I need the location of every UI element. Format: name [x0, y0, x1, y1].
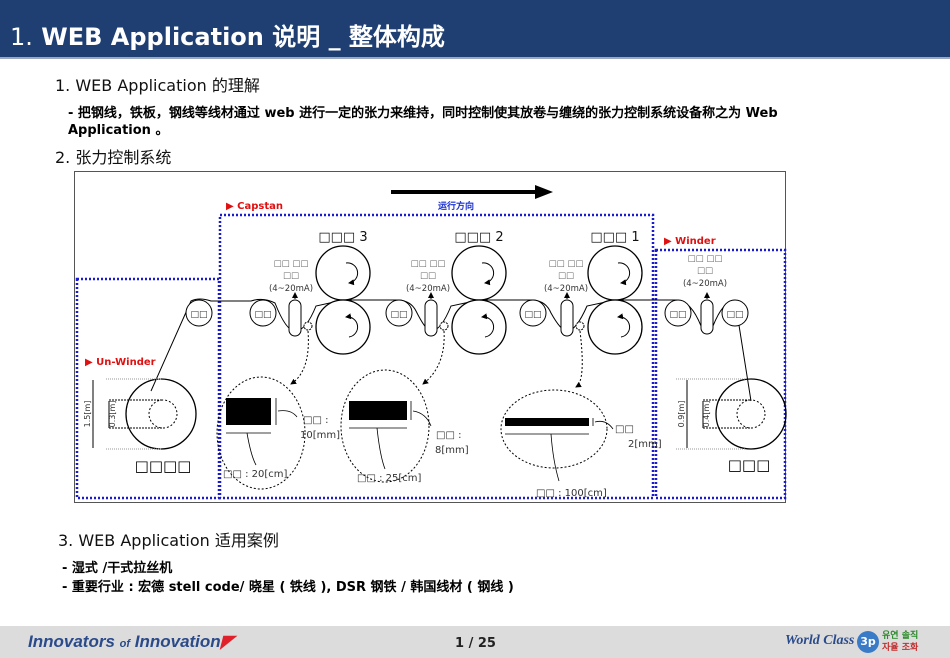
diagram-svg: 运行方向 ▶ Capstan ▶ Un-Winder ▶ Winder □□□ …: [75, 185, 787, 500]
sensor-label: □□ □□: [688, 254, 723, 264]
zone-boxes: [75, 213, 787, 500]
wire1-thickness-label: □□ :: [303, 415, 328, 426]
section3-bullet2: - 重要行业 : 宏德 stell code/ 晓星 ( 铁线 ), DSR 钢…: [62, 580, 514, 595]
wire3-thickness-label: □□: [615, 424, 634, 435]
values-line: 유연 솔직: [882, 631, 919, 641]
sensor-label: □□: [283, 271, 299, 281]
3p-badge: 3p: [857, 631, 879, 653]
section1-bullet-line1: - 把钢线，铁板，钢线等线材通过 web 进行一定的张力来维持，同时控制使其放卷…: [68, 106, 778, 121]
direction-label: 运行方向: [438, 200, 474, 212]
guide-label: □□: [524, 310, 541, 320]
unwinder-name: □□□□: [135, 457, 192, 475]
logo-text: of: [119, 638, 131, 650]
unwinder-inner-diameter: 0.3[m]: [108, 401, 117, 428]
cross-section-callouts: [216, 330, 608, 490]
wire2-width: □□ : 25[cm]: [357, 473, 421, 484]
unwinder-outer-diameter: 1.5[m]: [83, 401, 92, 428]
capstan3-lower-roller: [315, 299, 371, 355]
logo-text: Innovators: [28, 632, 120, 651]
unwinder-label: ▶ Un-Winder: [85, 357, 156, 368]
sensor-range: (4~20mA): [544, 284, 588, 294]
capstan-label: ▶ Capstan: [226, 201, 283, 212]
sensor-range: (4~20mA): [269, 284, 313, 294]
title-number: 1.: [10, 23, 33, 51]
wire1-width: □□ : 20[cm]: [223, 469, 287, 480]
wire-sections: [226, 398, 589, 426]
values-line: 자율 조화: [882, 643, 919, 653]
innovators-logo: Innovators of Innovation◤: [28, 632, 234, 652]
capstan1-upper-roller: [587, 245, 643, 301]
sensor-label: □□: [697, 266, 713, 276]
capstan3-label: □□□ 3: [318, 230, 367, 245]
title-text: WEB Application 说明 _ 整体构成: [41, 23, 445, 51]
guide-label: □□: [390, 310, 407, 320]
guide-label: □□: [254, 310, 271, 320]
logo-text: Innovation: [130, 632, 221, 651]
capstan1-label: □□□ 1: [590, 230, 639, 245]
guide-label: □□: [726, 310, 743, 320]
capstan2-upper-roller: [451, 245, 507, 301]
logo-flag-icon: ◤: [220, 632, 234, 651]
wire2-thickness: 8[mm]: [435, 445, 469, 456]
capstan1-lower-roller: [587, 299, 643, 355]
section3-heading: 3. WEB Application 适用案例: [58, 531, 279, 550]
winder-inner-diameter: 0.4[m]: [702, 401, 711, 428]
wire1-thickness: 10[mm]: [300, 430, 340, 441]
sensor-label: □□: [420, 271, 436, 281]
page-number: 1 / 25: [455, 636, 496, 651]
sensor-range: (4~20mA): [406, 284, 450, 294]
section2-heading: 2. 张力控制系统: [55, 148, 172, 167]
sensor-label: □□ □□: [411, 259, 446, 269]
page-title: 1. WEB Application 说明 _ 整体构成: [10, 17, 445, 52]
section1-heading: 1. WEB Application 的理解: [55, 76, 260, 95]
winder-label: ▶ Winder: [664, 236, 716, 247]
wire3-width: □□ : 100[cm]: [536, 488, 607, 499]
sensor-label: □□ □□: [549, 259, 584, 269]
sensor-label: □□: [558, 271, 574, 281]
section3-bullet1: - 湿式 /干式拉丝机: [62, 561, 173, 576]
guide-label: □□: [669, 310, 686, 320]
wire-path: [150, 298, 752, 402]
direction-arrow: [391, 185, 553, 199]
capstan2-lower-roller: [451, 299, 507, 355]
sensor-range: (4~20mA): [683, 279, 727, 289]
tension-control-diagram: 运行方向 ▶ Capstan ▶ Un-Winder ▶ Winder □□□ …: [74, 171, 787, 503]
wire3-thickness: 2[mm]: [628, 439, 662, 450]
wire2-thickness-label: □□ :: [436, 430, 461, 441]
capstan2-label: □□□ 2: [454, 230, 503, 245]
capstan3-upper-roller: [315, 245, 371, 301]
sensor-label: □□ □□: [274, 259, 309, 269]
winder-name: □□□: [728, 456, 771, 474]
values-logo: 유연 솔직자율 조화: [882, 630, 918, 654]
winder-outer-diameter: 0.9[m]: [677, 401, 686, 428]
guide-label: □□: [190, 310, 207, 320]
world-class-logo: World Class: [785, 633, 855, 648]
section1-bullet-line2: Application 。: [68, 123, 169, 138]
